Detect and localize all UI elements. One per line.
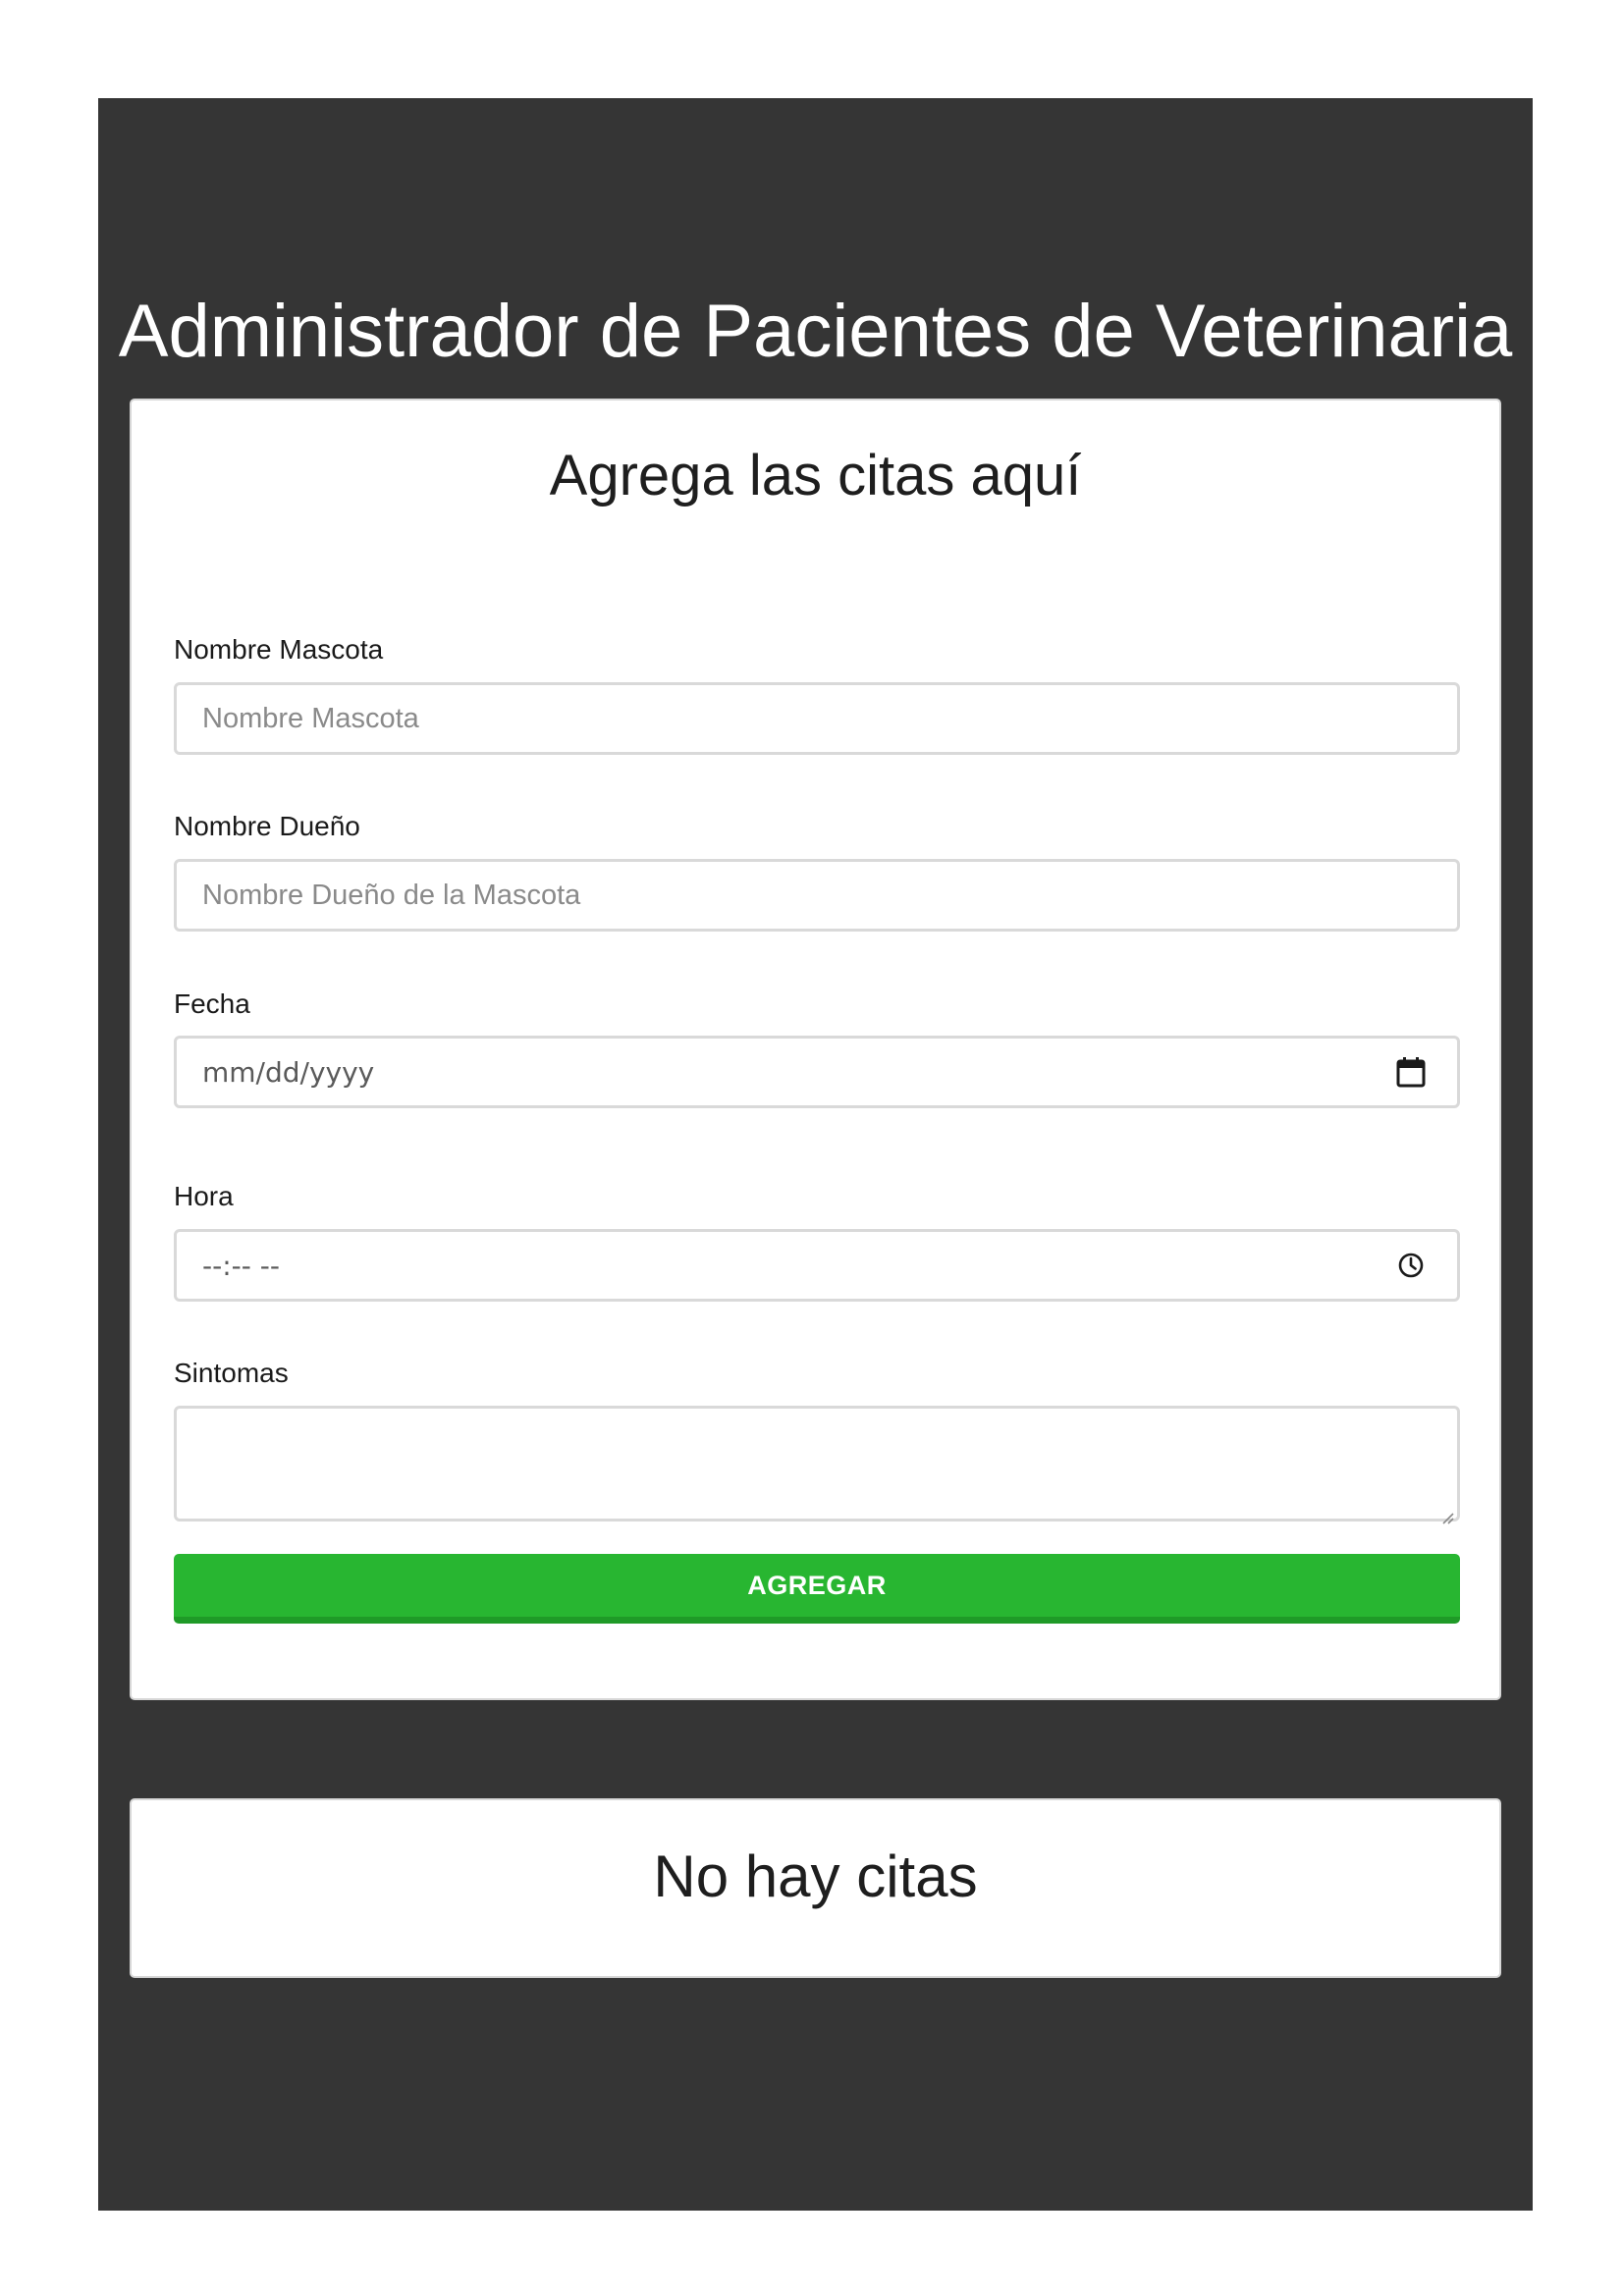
- owner-name-input[interactable]: [202, 879, 1428, 912]
- appointments-list-card: No hay citas: [130, 1798, 1501, 1978]
- owner-name-label: Nombre Dueño: [174, 811, 360, 841]
- resize-handle-icon[interactable]: [1438, 1500, 1454, 1524]
- time-field[interactable]: --:-- --: [174, 1229, 1460, 1302]
- app-container: Administrador de Pacientes de Veterinari…: [98, 98, 1533, 2211]
- clock-icon[interactable]: [1394, 1249, 1428, 1282]
- owner-name-field[interactable]: [174, 859, 1460, 932]
- date-label: Fecha: [174, 988, 250, 1019]
- pet-name-input[interactable]: [202, 702, 1428, 735]
- symptoms-label: Sintomas: [174, 1358, 289, 1388]
- pet-name-label: Nombre Mascota: [174, 634, 384, 665]
- appointment-form-card: Agrega las citas aquí Nombre Mascota Nom…: [130, 399, 1501, 1700]
- date-mask: mm/dd/yyyy: [202, 1055, 375, 1089]
- symptoms-textarea[interactable]: [174, 1406, 1460, 1524]
- pet-name-field[interactable]: [174, 682, 1460, 755]
- form-heading: Agrega las citas aquí: [549, 444, 1082, 507]
- calendar-icon[interactable]: [1394, 1055, 1428, 1089]
- page-title: Administrador de Pacientes de Veterinari…: [118, 290, 1513, 373]
- time-mask: --:-- --: [202, 1249, 280, 1282]
- add-appointment-button[interactable]: AGREGAR: [174, 1554, 1460, 1624]
- date-field[interactable]: mm/dd/yyyy: [174, 1036, 1460, 1108]
- time-label: Hora: [174, 1181, 234, 1211]
- empty-state-heading: No hay citas: [653, 1843, 978, 1909]
